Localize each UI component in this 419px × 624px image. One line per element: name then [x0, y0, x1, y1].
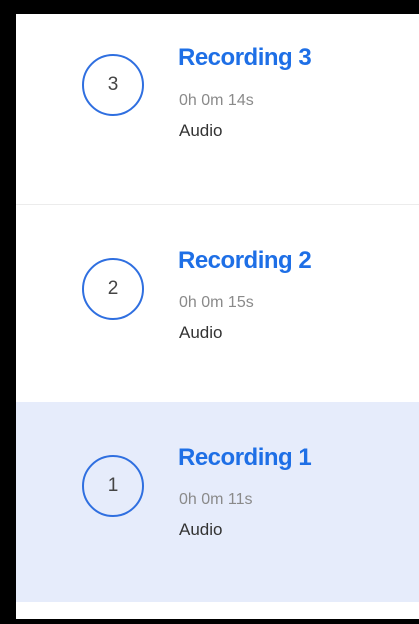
- recording-type: Audio: [179, 323, 223, 342]
- list-bottom-area: [16, 602, 419, 619]
- recording-number-badge: 2: [82, 258, 144, 320]
- recording-type: Audio: [179, 121, 223, 140]
- recording-title[interactable]: Recording 2: [178, 247, 312, 275]
- recording-number-badge: 1: [82, 455, 144, 517]
- recording-duration: 0h 0m 11s: [179, 491, 253, 508]
- recording-type: Audio: [179, 520, 223, 539]
- recording-number-badge: 3: [82, 54, 144, 116]
- recording-duration: 0h 0m 15s: [179, 294, 254, 311]
- recordings-list: 3 Recording 3 0h 0m 14s Audio 2 Recordin…: [16, 14, 419, 619]
- recording-item-1[interactable]: 1 Recording 1 0h 0m 11s Audio: [16, 402, 419, 602]
- recording-title[interactable]: Recording 3: [178, 44, 312, 72]
- recording-duration: 0h 0m 14s: [179, 92, 254, 109]
- recording-title[interactable]: Recording 1: [178, 444, 312, 472]
- recording-item-3[interactable]: 3 Recording 3 0h 0m 14s Audio: [16, 14, 419, 204]
- recording-item-2[interactable]: 2 Recording 2 0h 0m 15s Audio: [16, 204, 419, 402]
